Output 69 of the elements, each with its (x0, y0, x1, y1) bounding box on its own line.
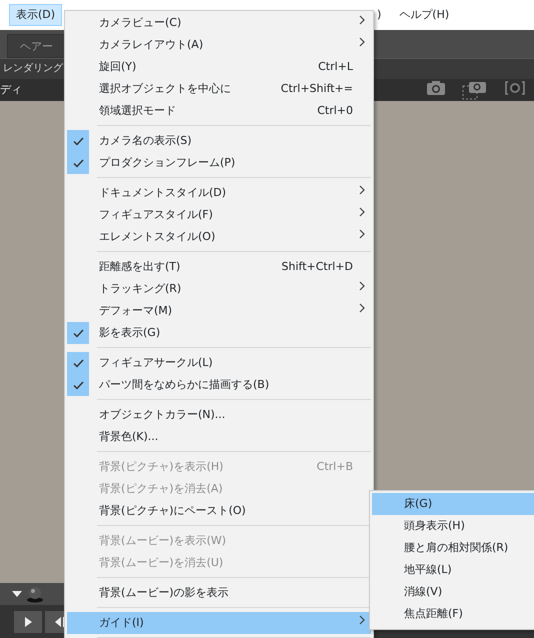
menu-item[interactable]: プロダクションフレーム(P) (67, 152, 371, 174)
menu-bar-item[interactable]: ヘルプ(H) (392, 4, 456, 26)
menu-item-label: フィギュアサークル(L) (99, 354, 213, 371)
menu-item-label: フィギュアスタイル(F) (99, 206, 213, 223)
menu-item-label: 背景(ムービー)の影を表示 (99, 584, 229, 601)
camera-icon[interactable] (426, 80, 446, 96)
shortcut-text: Ctrl+Shift+= (280, 80, 353, 97)
menu-item-label: 影を表示(G) (99, 324, 160, 341)
menu-item[interactable]: 領域選択モード Ctrl+0 (67, 100, 371, 122)
menu-item[interactable]: カメラビュー(C) (67, 12, 371, 34)
shortcut-text: Ctrl+B (316, 458, 353, 475)
play-icon[interactable] (14, 610, 42, 632)
menu-item-label: パーツ間をなめらかに描画する(B) (99, 376, 270, 393)
menu-item-label: 背景色(K)... (99, 428, 158, 445)
menu-item[interactable]: オブジェクトカラー(N)... (67, 404, 371, 426)
sphere-icon[interactable] (26, 585, 44, 603)
menu-bar-item[interactable]: 表示(D) (9, 4, 62, 26)
menu-item-label: 背景(ピクチャ)にペースト(O) (99, 502, 246, 519)
panel-label: ディ (0, 82, 22, 98)
menu-item[interactable]: ドキュメントスタイル(D) (67, 182, 371, 204)
shortcut-text: Ctrl+L (318, 58, 353, 75)
menu-item-label: 旋回(Y) (99, 58, 136, 75)
menu-item-label: 背景(ピクチャ)を消去(A) (99, 480, 223, 497)
menu-item[interactable]: フィギュアサークル(L) (67, 352, 371, 374)
menu-item-label: ドキュメントスタイル(D) (99, 184, 226, 201)
tab[interactable]: ヘアー (7, 34, 66, 58)
camera-lens-icon[interactable] (504, 80, 526, 96)
menu-item-label: カメラビュー(C) (99, 14, 182, 31)
menu-item[interactable]: 背景(ムービー)の影を表示 (67, 582, 371, 604)
submenu-item[interactable]: 腰と肩の相対関係(R) (372, 537, 534, 559)
menu-item-label: プロダクションフレーム(P) (99, 154, 236, 171)
menu-item-label: エレメントスタイル(O) (99, 228, 216, 245)
menu-item-label: カメラ名の表示(S) (99, 132, 192, 149)
tab[interactable]: レンダリング (3, 63, 63, 74)
shortcut-text: Shift+Ctrl+D (282, 258, 353, 275)
menu-bar-item[interactable]: ) (376, 4, 382, 26)
menu-item-label: 距離感を出す(T) (99, 258, 180, 275)
dropdown-arrow-icon[interactable] (12, 591, 22, 597)
camera-icon[interactable] (462, 80, 488, 100)
menu-item[interactable]: 背景(ピクチャ)にペースト(O) (67, 500, 371, 522)
menu-item[interactable]: 選択オブジェクトを中心に Ctrl+Shift+= (67, 78, 371, 100)
menu-item[interactable]: ガイド(I) (67, 612, 371, 634)
menu-item[interactable]: 影を表示(G) (67, 322, 371, 344)
menu-item-label: カメラレイアウト(A) (99, 36, 204, 53)
menu-item-label: 背景(ピクチャ)を表示(H) (99, 458, 224, 475)
menu-item-label: 選択オブジェクトを中心に (99, 80, 231, 97)
menu-item-label: 領域選択モード (99, 102, 176, 119)
menu-item[interactable]: 距離感を出す(T) Shift+Ctrl+D (67, 256, 371, 278)
submenu-item[interactable]: 地平線(L) (372, 559, 534, 581)
menu-item-label: オブジェクトカラー(N)... (99, 406, 226, 423)
menu-item[interactable]: デフォーマ(M) (67, 300, 371, 322)
menu-item[interactable]: 背景色(K)... (67, 426, 371, 448)
menu-item[interactable]: パーツ間をなめらかに描画する(B) (67, 374, 371, 396)
menu-item-label: デフォーマ(M) (99, 302, 172, 319)
submenu-item[interactable]: 焦点距離(F) (372, 603, 534, 625)
menu-item-label: 背景(ムービー)を消去(U) (99, 554, 224, 571)
menu-item[interactable]: トラッキング(R) (67, 278, 371, 300)
menu-item[interactable]: カメラ名の表示(S) (67, 130, 371, 152)
menu-item[interactable]: 旋回(Y) Ctrl+L (67, 56, 371, 78)
menu-item[interactable]: エレメントスタイル(O) (67, 226, 371, 248)
menu-item-label: トラッキング(R) (99, 280, 182, 297)
submenu-item[interactable]: 床(G) (372, 493, 534, 515)
menu-item-label: 背景(ムービー)を表示(W) (99, 532, 226, 549)
submenu-item[interactable]: 頭身表示(H) (372, 515, 534, 537)
menu-item[interactable]: フィギュアスタイル(F) (67, 204, 371, 226)
menu-item-label: ガイド(I) (99, 614, 144, 631)
menu-item[interactable]: カメラレイアウト(A) (67, 34, 371, 56)
shortcut-text: Ctrl+0 (317, 102, 353, 119)
submenu-item[interactable]: 消線(V) (372, 581, 534, 603)
